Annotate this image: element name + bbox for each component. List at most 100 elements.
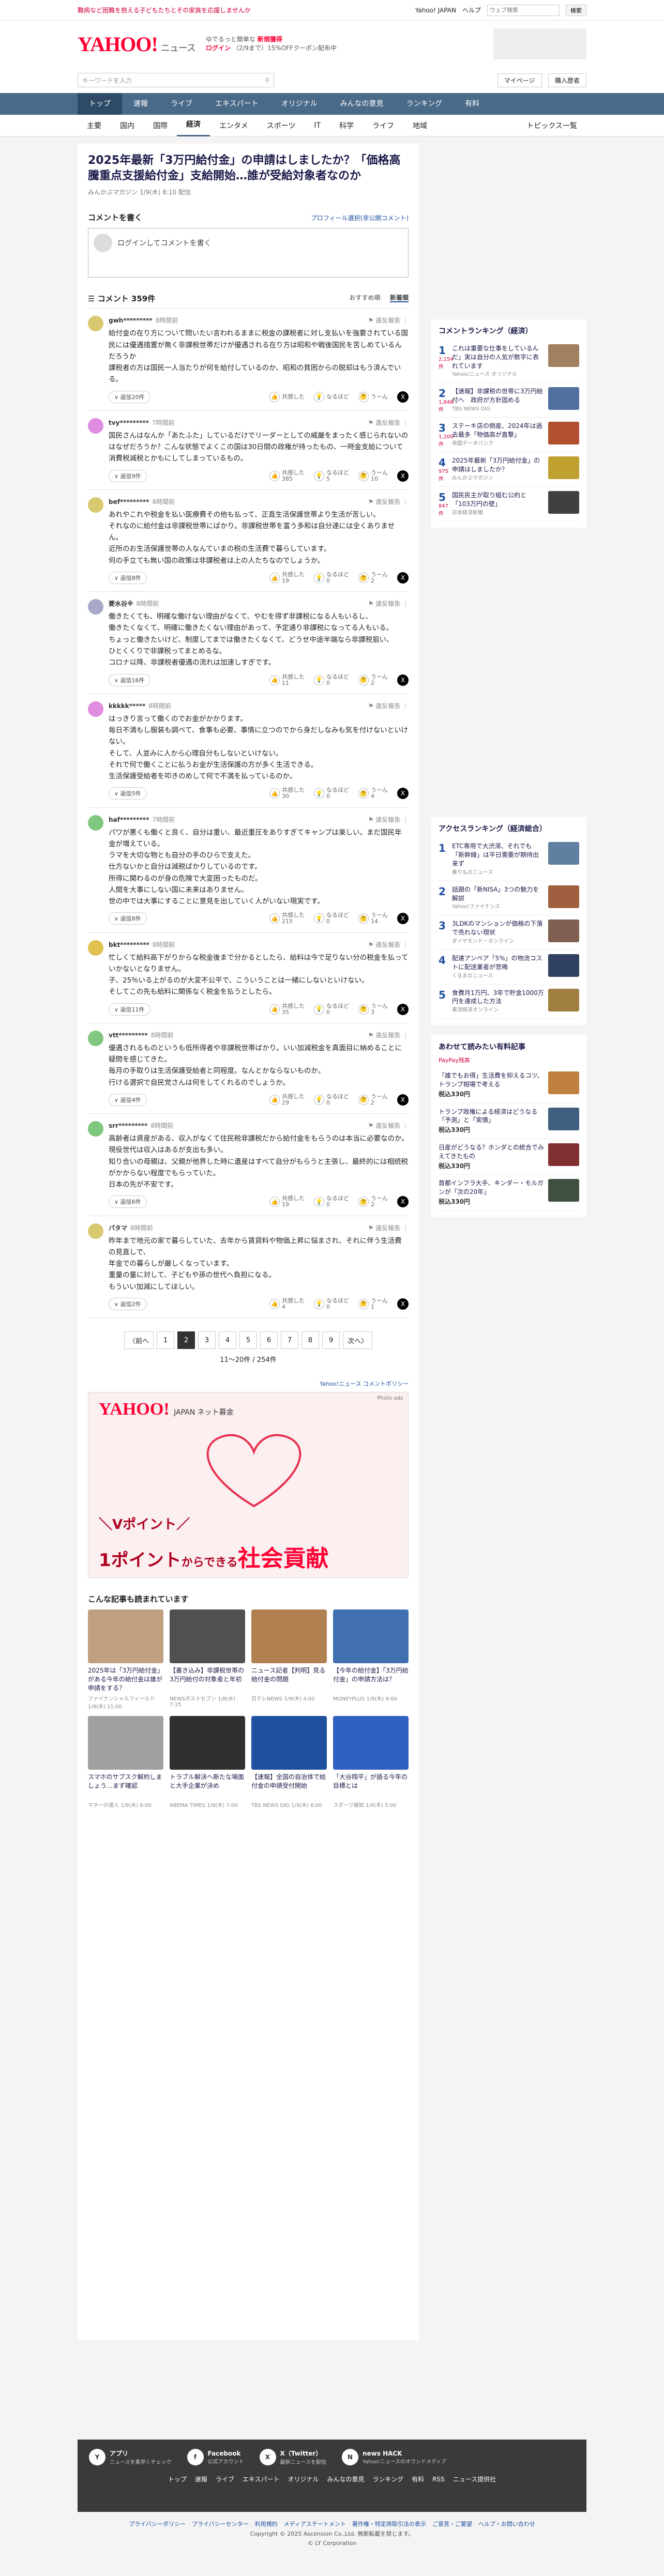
comment-policy-link[interactable]: Yahoo!ニュース コメントポリシー (88, 1379, 409, 1388)
insight-button[interactable]: 💡 なるほど 0 (314, 1195, 349, 1208)
tab-economy[interactable]: 経済 (177, 115, 210, 136)
comment-compose-box[interactable]: ログインしてコメントを書く (88, 228, 409, 278)
x-share-icon[interactable]: X (397, 913, 409, 925)
report-link[interactable]: ⚑ 違反報告 ⋮ (368, 599, 409, 608)
related-article[interactable]: 2025年は「3万円給付金」がある今年の給付金は誰が申請をする？ ファイナンシャ… (88, 1609, 163, 1710)
nav-original[interactable]: オリジナル (270, 93, 329, 115)
comment-user[interactable]: kkkkk***** (109, 702, 145, 710)
comment-user[interactable]: haf********* (109, 816, 149, 823)
nav-live[interactable]: ライブ (159, 93, 204, 115)
insight-button[interactable]: 💡 なるほど 5 (314, 469, 349, 482)
ranking-item[interactable]: 1 ETC専用で大渋滞、それでも「新幹線」は平日需要が期待出来ず 乗りものニュース (439, 838, 579, 881)
empathy-button[interactable]: 👍 共感した 30 (269, 787, 305, 800)
empathy-button[interactable]: 👍 共感した 19 (269, 571, 305, 584)
avatar[interactable] (88, 316, 103, 332)
empathy-button[interactable]: 👍 共感した 35 (269, 1003, 305, 1016)
tab-international[interactable]: 国際 (144, 120, 177, 131)
comment-user[interactable]: 菱水谷※ (109, 600, 133, 607)
avatar[interactable] (88, 497, 103, 513)
avatar[interactable] (88, 1121, 103, 1137)
search-icon[interactable]: ⚲ (265, 76, 269, 84)
footer-link[interactable]: X X（Twitter） 最新ニュースを配信 (259, 2449, 326, 2465)
hmm-button[interactable]: 🤔 うーん 2 (358, 571, 388, 584)
page-1[interactable]: 1 (157, 1331, 174, 1350)
nav-expert[interactable]: エキスパート (204, 93, 270, 115)
hmm-button[interactable]: 🤔 うーん (358, 391, 388, 402)
nav-paid[interactable]: 有料 (454, 93, 491, 115)
nav-top[interactable]: トップ (78, 93, 122, 115)
legal-link[interactable]: メディアステートメント (284, 2521, 346, 2527)
hmm-button[interactable]: 🤔 うーん 10 (358, 469, 388, 482)
tab-domestic[interactable]: 国内 (111, 120, 144, 131)
page-2[interactable]: 2 (177, 1331, 195, 1350)
footer-link[interactable]: f Facebook 公式アカウント (187, 2449, 244, 2465)
footer-nav-item[interactable]: みんなの意見 (327, 2476, 365, 2483)
comment-user[interactable]: bef********* (109, 498, 149, 505)
replies-button[interactable]: ∨ 返信20件 (109, 390, 150, 403)
related-article[interactable]: 「大谷翔平」が語る今年の目標とは スポーツ報知 1/9(木) 5:00 (333, 1716, 409, 1808)
tab-sports[interactable]: スポーツ (258, 120, 305, 131)
prev-page-button[interactable]: 〈前へ (124, 1331, 154, 1350)
x-share-icon[interactable]: X (397, 788, 409, 800)
page-8[interactable]: 8 (301, 1331, 319, 1350)
replies-button[interactable]: ∨ 返信11件 (109, 1003, 150, 1016)
avatar[interactable] (88, 940, 103, 956)
footer-nav-item[interactable]: トップ (168, 2476, 187, 2483)
sort-recommended[interactable]: おすすめ順 (350, 294, 381, 301)
related-article[interactable]: スマホのサブスク解約しましょう…まず確認 マネーの達人 1/9(木) 8:00 (88, 1716, 163, 1808)
ranking-item[interactable]: 2 1,848件 【速報】非課税の世帯に3万円給付へ 政府が方針固める TBS NE… (439, 383, 579, 418)
paid-article[interactable]: 首都インフラ大手、キンダー・モルガンが「次の20年」 税込330円 (439, 1175, 579, 1211)
web-search-button[interactable]: 検索 (566, 4, 586, 16)
legal-link[interactable]: プライバシーセンター (192, 2521, 249, 2527)
empathy-button[interactable]: 👍 共感した 4 (269, 1297, 305, 1310)
header-ad-image[interactable] (493, 28, 586, 59)
web-search-input[interactable] (487, 4, 560, 16)
insight-button[interactable]: 💡 なるほど 0 (314, 1297, 349, 1310)
report-link[interactable]: ⚑ 違反報告 ⋮ (368, 1223, 409, 1232)
article-title[interactable]: 2025年最新「3万円給付金」の申請はしましたか？「価格高騰重点支援給付金」支給… (88, 153, 409, 183)
comment-user[interactable]: srr********* (109, 1122, 147, 1129)
footer-nav-item[interactable]: エキスパート (243, 2476, 280, 2483)
hmm-button[interactable]: 🤔 うーん 2 (358, 1093, 388, 1106)
related-article[interactable]: 【今年の給付金】「3万円給付金」の申請方法は？ MONEYPLUS 1/9(木)… (333, 1609, 409, 1710)
comment-user[interactable]: bkt********* (109, 941, 149, 948)
replies-button[interactable]: ∨ 返信6件 (109, 1195, 147, 1208)
footer-link[interactable]: N news HACK Yahoo!ニュースのオウンドメディア (342, 2449, 446, 2465)
news-search-input[interactable]: キーワードを入力 ⚲ (78, 73, 274, 87)
report-link[interactable]: ⚑ 違反報告 ⋮ (368, 418, 409, 427)
x-share-icon[interactable]: X (397, 1196, 409, 1208)
x-share-icon[interactable]: X (397, 391, 409, 403)
hmm-button[interactable]: 🤔 うーん 3 (358, 1003, 388, 1016)
related-article[interactable]: 【書き込み】非課税世帯の3万円給付の対象者と年初 NEWSポストセブン 1/8(… (170, 1609, 245, 1710)
avatar[interactable] (88, 1223, 103, 1239)
page-4[interactable]: 4 (219, 1331, 236, 1350)
tab-it[interactable]: IT (305, 121, 330, 130)
empathy-button[interactable]: 👍 共感した 19 (269, 1195, 305, 1208)
comment-user[interactable]: tvy********* (109, 419, 149, 426)
footer-nav-item[interactable]: ニュース提供社 (453, 2476, 496, 2483)
report-link[interactable]: ⚑ 違反報告 ⋮ (368, 1031, 409, 1039)
yahoo-japan-link[interactable]: Yahoo! JAPAN (415, 7, 456, 14)
report-link[interactable]: ⚑ 違反報告 ⋮ (368, 815, 409, 824)
empathy-button[interactable]: 👍 共感した 215 (269, 912, 305, 925)
insight-button[interactable]: 💡 なるほど 0 (314, 571, 349, 584)
next-page-button[interactable]: 次へ〉 (343, 1331, 373, 1350)
donation-ad-banner[interactable]: YAHOO! JAPAN ネット募金 Photo ads ＼Vポイント／ 1ポイ… (88, 1392, 409, 1578)
mypage-button[interactable]: マイページ (497, 73, 542, 87)
related-article[interactable]: ニュース記者【判明】見る給付金の問題 日テレNEWS 1/9(木) 4:00 (251, 1609, 327, 1710)
replies-button[interactable]: ∨ 返信9件 (109, 469, 147, 482)
help-link[interactable]: ヘルプ (462, 6, 481, 14)
x-share-icon[interactable]: X (397, 572, 409, 584)
avatar[interactable] (88, 701, 103, 717)
page-7[interactable]: 7 (281, 1331, 298, 1350)
comment-user[interactable]: gwh********* (109, 317, 153, 324)
comment-user[interactable]: パタマ (109, 1224, 127, 1232)
page-5[interactable]: 5 (239, 1331, 257, 1350)
footer-nav-item[interactable]: 有料 (412, 2476, 424, 2483)
avatar[interactable] (88, 418, 103, 434)
report-link[interactable]: ⚑ 違反報告 ⋮ (368, 701, 409, 710)
paid-article[interactable]: 「誰でもお得」生活費を抑えるコツ、トランプ相場で考える 税込330円 (439, 1067, 579, 1103)
profile-select-link[interactable]: プロフィール選択(非公開コメント) (311, 213, 409, 222)
related-article[interactable]: トラブル解決へ新たな場面と大手企業が決め ABEMA TIMES 1/9(木) … (170, 1716, 245, 1808)
ranking-item[interactable]: 5 847件 国民民主が取り組む公約と「103万円の壁」 日本経済新聞 (439, 487, 579, 522)
